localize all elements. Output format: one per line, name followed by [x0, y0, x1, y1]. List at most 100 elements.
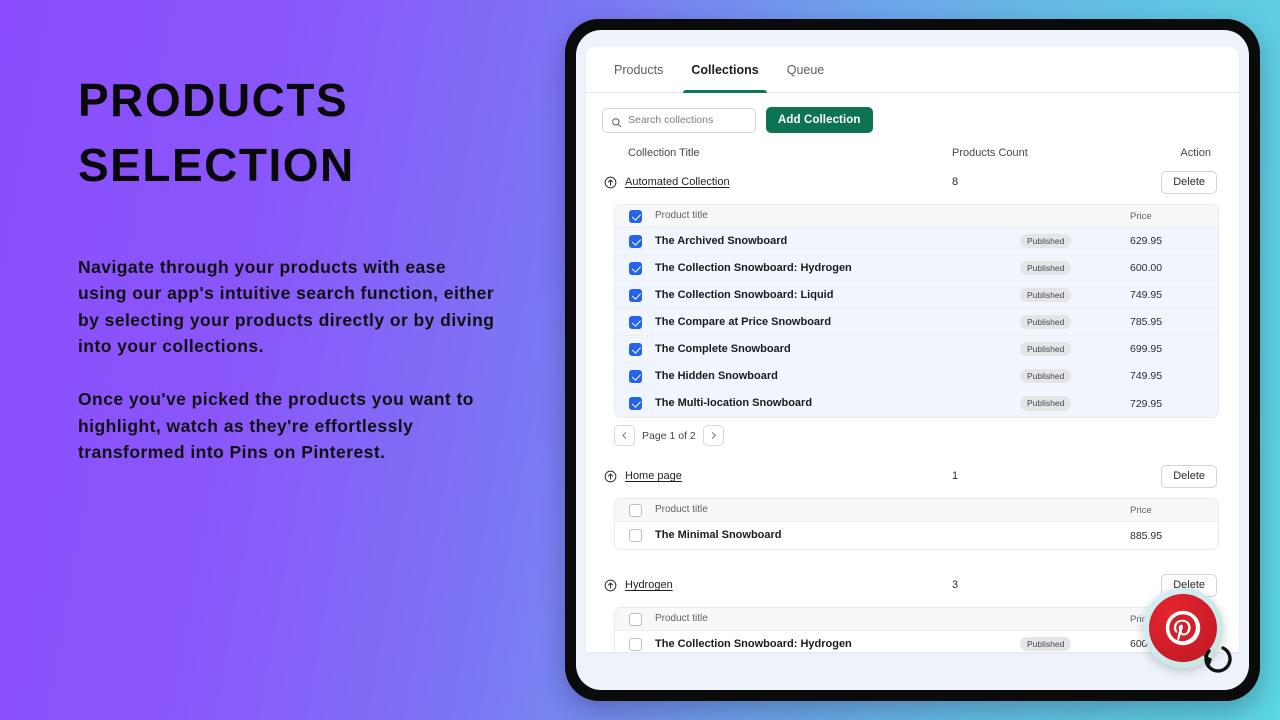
product-select-cell — [615, 261, 655, 275]
pagination: Page 1 of 2 — [614, 425, 1223, 446]
header-products-count: Products Count — [952, 147, 1028, 159]
tablet-screen: Products Collections Queue Add C — [576, 30, 1249, 690]
header-price: Price — [1130, 504, 1152, 516]
product-checkbox[interactable] — [628, 261, 642, 275]
select-all-checkbox[interactable] — [628, 209, 642, 223]
search-icon — [611, 115, 622, 127]
status-badge: Published — [1020, 396, 1072, 411]
tab-bar: Products Collections Queue — [586, 47, 1239, 93]
product-row[interactable]: The Hidden Snowboard Published 749.95 — [615, 363, 1218, 390]
collection-products-count: 8 — [952, 176, 959, 188]
product-row[interactable]: The Compare at Price Snowboard Published 7… — [615, 309, 1218, 336]
product-status-cell: Published — [1020, 260, 1130, 276]
status-badge: Published — [1020, 341, 1072, 357]
promo-paragraph-1: Navigate through your products with ease… — [78, 256, 495, 357]
product-select-cell — [615, 529, 655, 542]
app-content: Add Collection Collection Title Products… — [586, 93, 1239, 652]
product-checkbox[interactable] — [628, 315, 642, 329]
product-price: 785.95 — [1130, 316, 1163, 328]
product-row[interactable]: The Multi-location Snowboard Published 729… — [615, 390, 1218, 417]
product-row[interactable]: The Archived Snowboard Published 629.95 — [615, 228, 1218, 255]
product-select-cell — [615, 637, 655, 651]
product-title: The Complete Snowboard — [655, 342, 791, 355]
products-table-header: Product title Price — [615, 499, 1218, 522]
product-checkbox[interactable] — [628, 397, 642, 410]
product-title: The Collection Snowboard: Liquid — [655, 288, 834, 301]
tablet-device-frame: Products Collections Queue Add C — [565, 19, 1260, 701]
tab-products[interactable]: Products — [600, 47, 677, 92]
pagination-prev-button[interactable] — [614, 425, 635, 446]
product-checkbox[interactable] — [628, 288, 642, 302]
header-product-title: Product title — [655, 210, 708, 222]
collection-products-count: 1 — [952, 470, 959, 482]
product-checkbox[interactable] — [628, 637, 642, 651]
add-collection-button[interactable]: Add Collection — [766, 107, 873, 133]
collection-action-cell: Delete — [1139, 170, 1217, 194]
collection-group: Home page 1 Delete Product title Price The Mi… — [602, 456, 1223, 562]
collapse-circle-arrow-icon[interactable] — [604, 579, 617, 592]
collection-title-cell: Automated Collection — [604, 176, 904, 189]
status-badge: Published — [1020, 233, 1072, 249]
delete-collection-button[interactable]: Delete — [1161, 464, 1217, 488]
pagination-next-button[interactable] — [702, 425, 724, 446]
search-input[interactable] — [628, 114, 747, 126]
status-badge: Published — [1020, 636, 1072, 652]
collections-toolbar: Add Collection — [602, 107, 1223, 133]
product-title: The Archived Snowboard — [655, 234, 788, 247]
collection-title-cell: Hydrogen — [604, 579, 904, 592]
product-select-cell — [615, 234, 655, 248]
product-title: The Minimal Snowboard — [655, 529, 782, 542]
tab-queue[interactable]: Queue — [773, 47, 839, 92]
product-row[interactable]: The Complete Snowboard Published 699.95 — [615, 336, 1218, 363]
status-badge: Published — [1020, 314, 1072, 330]
collection-title-cell: Home page — [604, 470, 904, 483]
product-price: 600.00 — [1130, 262, 1163, 274]
collection-name-link[interactable]: Home page — [625, 470, 682, 482]
collection-row: Home page 1 Delete — [602, 456, 1223, 496]
select-all-checkbox[interactable] — [628, 612, 642, 626]
collections-table-header: Collection Title Products Count Action — [602, 147, 1223, 159]
mouse-cursor-icon — [1197, 640, 1233, 676]
product-checkbox[interactable] — [628, 234, 642, 248]
collection-row: Hydrogen 3 Delete — [602, 565, 1223, 605]
select-all-checkbox[interactable] — [628, 503, 642, 517]
status-badge: Published — [1020, 260, 1072, 276]
product-status-cell: Published — [1020, 368, 1130, 384]
product-price: 885.95 — [1130, 529, 1163, 542]
app-window: Products Collections Queue Add C — [586, 47, 1239, 652]
products-table: Product title Price The Collection Snowboa… — [614, 607, 1219, 652]
delete-collection-button[interactable]: Delete — [1161, 170, 1217, 194]
product-checkbox[interactable] — [628, 342, 642, 356]
product-title: The Hidden Snowboard — [655, 369, 778, 382]
collection-products-count: 3 — [952, 579, 959, 591]
page-title: PRODUCTS SELECTION — [78, 68, 500, 199]
collection-action-cell: Delete — [1139, 464, 1217, 488]
promo-panel: PRODUCTS SELECTION Navigate through your… — [0, 0, 560, 720]
search-collections-box[interactable] — [602, 107, 756, 133]
collection-group: Hydrogen 3 Delete Product title Price The Col… — [602, 565, 1223, 652]
product-status-cell: Published — [1020, 287, 1130, 303]
collection-name-link[interactable]: Hydrogen — [625, 579, 673, 591]
product-title: The Collection Snowboard: Hydrogen — [655, 637, 852, 650]
product-status-cell: Published — [1020, 396, 1130, 411]
promo-body: Navigate through your products with ease… — [78, 254, 500, 466]
collection-name-link[interactable]: Automated Collection — [625, 176, 730, 188]
product-row[interactable]: The Collection Snowboard: Hydrogen Publis… — [615, 631, 1218, 652]
header-product-title: Product title — [655, 613, 708, 625]
product-row[interactable]: The Collection Snowboard: Liquid Publishe… — [615, 282, 1218, 309]
collapse-circle-arrow-icon[interactable] — [604, 176, 617, 189]
product-checkbox[interactable] — [628, 369, 642, 383]
product-checkbox[interactable] — [628, 529, 642, 542]
product-select-cell — [615, 369, 655, 383]
products-table: Product title Price The Minimal Snowboard 8… — [614, 498, 1219, 550]
product-select-cell — [615, 315, 655, 329]
products-table: Product title Price The Archived Snowboard… — [614, 204, 1219, 418]
collapse-circle-arrow-icon[interactable] — [604, 470, 617, 483]
product-price: 699.95 — [1130, 343, 1163, 355]
product-row[interactable]: The Collection Snowboard: Hydrogen Publis… — [615, 255, 1218, 282]
product-row[interactable]: The Minimal Snowboard 885.95 — [615, 522, 1218, 549]
tab-collections[interactable]: Collections — [677, 47, 772, 93]
product-title: The Multi-location Snowboard — [655, 397, 813, 410]
status-badge: Published — [1020, 287, 1072, 303]
product-price: 629.95 — [1130, 235, 1163, 247]
